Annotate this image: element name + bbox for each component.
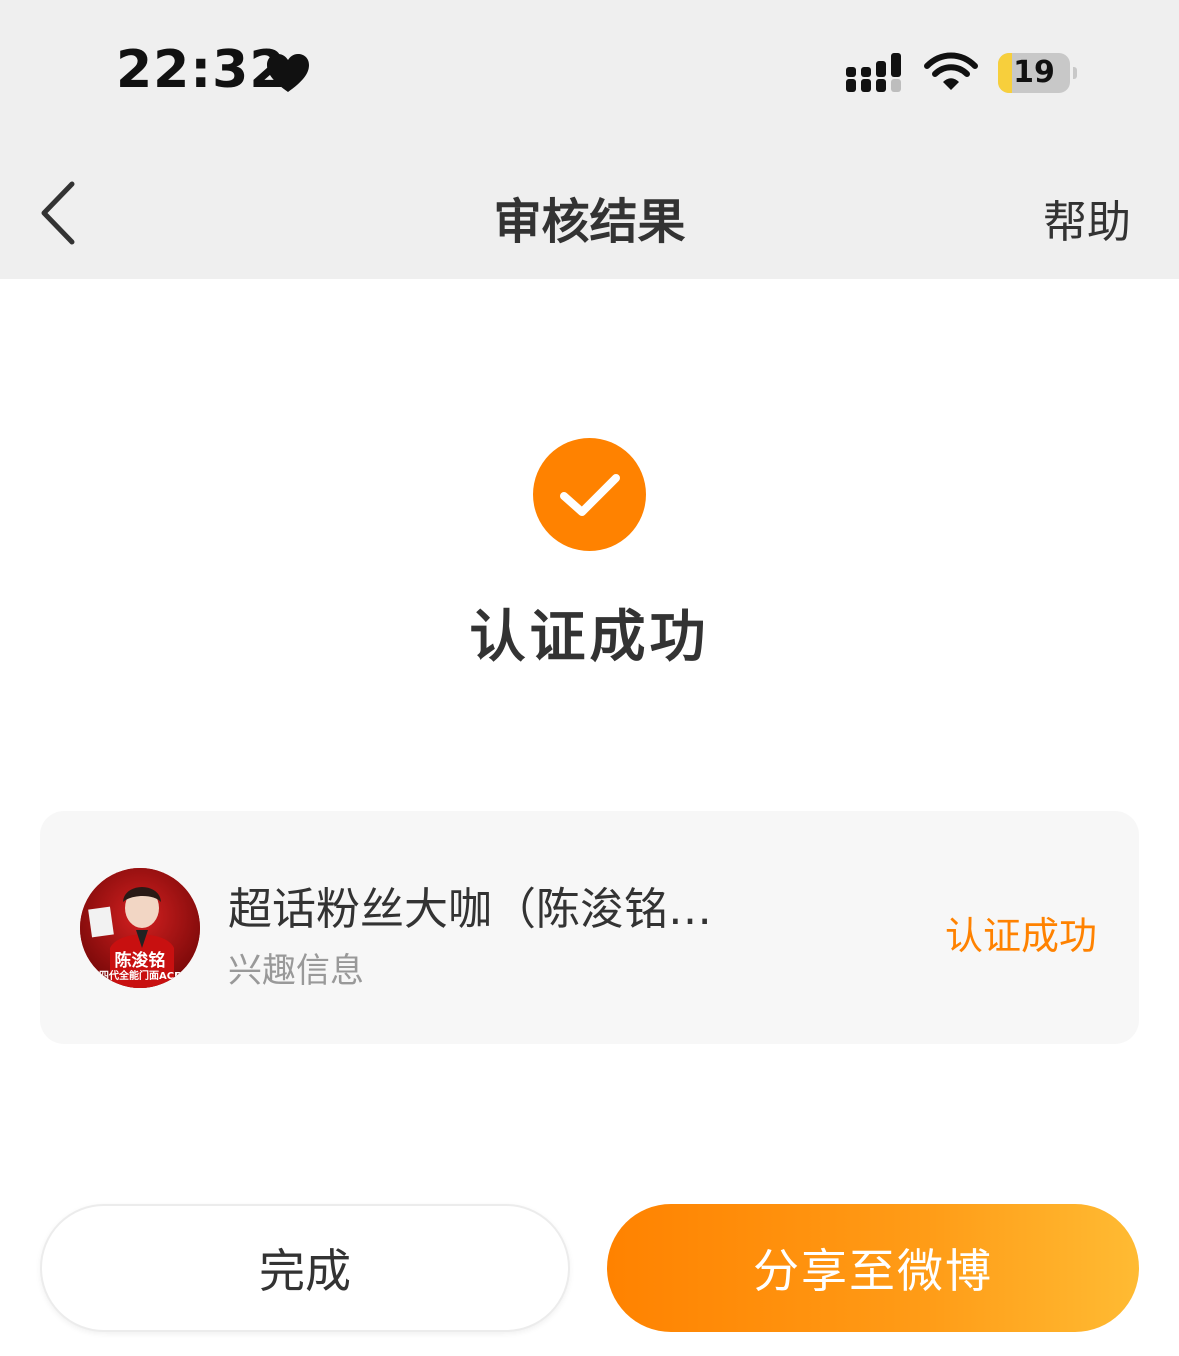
- card-title: 超话粉丝大咖（陈浚铭…: [228, 884, 712, 935]
- result-title: 认证成功: [469, 605, 710, 670]
- card-subtitle: 兴趣信息: [228, 951, 364, 991]
- share-button-label: 分享至微博: [753, 1244, 993, 1298]
- page-title: 审核结果: [493, 194, 686, 250]
- cellular-signal-icon: [845, 52, 907, 98]
- wifi-icon: [924, 52, 978, 96]
- done-button-label: 完成: [259, 1244, 351, 1298]
- help-link[interactable]: 帮助: [1043, 186, 1131, 250]
- share-to-weibo-button[interactable]: 分享至微博: [607, 1204, 1139, 1332]
- done-button[interactable]: 完成: [40, 1204, 570, 1332]
- status-badge: 认证成功: [944, 914, 1097, 958]
- avatar: 陈浚铭 四代全能门面ACE: [80, 868, 200, 988]
- check-circle-icon: [533, 438, 646, 551]
- avatar-subcaption: 四代全能门面ACE: [99, 971, 181, 982]
- heart-icon: [265, 52, 311, 98]
- nav-bar: 审核结果 帮助: [0, 150, 1179, 279]
- battery-level: 19: [1013, 55, 1055, 90]
- status-bar: 22:32 19: [0, 0, 1179, 150]
- status-time: 22:32: [116, 40, 287, 100]
- certification-card[interactable]: 陈浚铭 四代全能门面ACE 超话粉丝大咖（陈浚铭… 兴趣信息 认证成功: [40, 811, 1139, 1044]
- battery-icon: 19: [998, 53, 1077, 93]
